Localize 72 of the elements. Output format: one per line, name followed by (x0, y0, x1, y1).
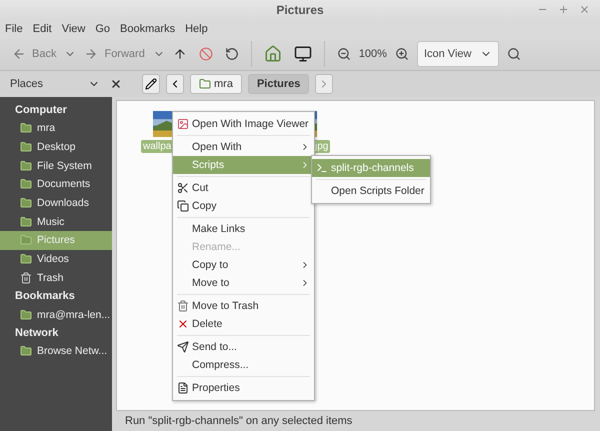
reload-icon (224, 46, 239, 60)
edit-location-button[interactable] (142, 74, 160, 94)
folder-icon (20, 178, 32, 190)
status-text: Run "split-rgb-channels" on any selected items (125, 415, 352, 427)
trash-icon (20, 272, 32, 284)
sidebar-header: Computer (14, 103, 68, 118)
menu-item[interactable]: Copy to (173, 256, 314, 274)
menu-item[interactable]: Compress... (173, 356, 314, 374)
sidebar-item[interactable]: Browse Netw... (0, 342, 112, 361)
delete-icon (176, 318, 188, 330)
menu-item[interactable]: Open With Image Viewer (173, 115, 314, 133)
zoom-in-icon (394, 46, 409, 60)
menu-title[interactable]: Bookmarks (120, 22, 176, 34)
menu-item[interactable]: Open Scripts Folder (312, 182, 430, 200)
places-dropdown[interactable]: Places (6, 78, 104, 90)
folder-icon (20, 122, 32, 134)
menu-item[interactable]: Move to (173, 274, 314, 292)
sidebar-item[interactable]: Videos (0, 250, 112, 268)
menu-title[interactable]: Help (185, 22, 208, 34)
send-icon (176, 341, 188, 353)
view-mode-dropdown[interactable]: Icon View (416, 40, 499, 66)
menu-title[interactable]: Go (95, 22, 110, 34)
zoom-out-icon (336, 46, 351, 60)
sidebar-item[interactable]: Trash (0, 268, 112, 288)
folder-icon (20, 197, 32, 210)
close-icon[interactable] (110, 78, 122, 90)
image-icon (176, 118, 188, 130)
menu-item[interactable]: Open With (173, 138, 314, 156)
sidebar-item[interactable]: Downloads (0, 194, 112, 212)
sidebar-item[interactable]: Desktop (0, 138, 112, 156)
menu-item[interactable]: Move to Trash (173, 297, 314, 315)
home-folder-icon (199, 78, 211, 90)
path-left-button[interactable] (166, 74, 184, 94)
monitor-icon (294, 44, 312, 62)
copy-icon (176, 200, 188, 212)
scissors-icon (176, 182, 188, 194)
sidebar-item[interactable]: File System (0, 156, 112, 176)
folder-icon (20, 141, 32, 154)
sidebar-header: Bookmarks (14, 289, 76, 304)
menu-title[interactable]: File (5, 22, 23, 34)
menu-item[interactable]: Cut (173, 179, 314, 197)
menu-item[interactable]: Delete (173, 315, 314, 333)
folder-icon (20, 253, 32, 266)
terminal-icon (316, 162, 328, 174)
folder-icon (20, 345, 32, 358)
folder-icon (20, 234, 32, 246)
pencil-icon (145, 78, 157, 90)
menu-item[interactable]: Properties (173, 379, 314, 397)
path-button[interactable]: Pictures (248, 74, 310, 94)
path-button[interactable]: mra (190, 74, 242, 94)
menu-title[interactable]: View (62, 22, 86, 34)
folder-icon (20, 216, 32, 228)
home-icon (264, 44, 282, 62)
sidebar-item[interactable]: mra (0, 119, 112, 138)
sidebar-item[interactable]: mra@mra-len... (0, 305, 112, 324)
stop-icon (198, 46, 213, 60)
search-icon (506, 46, 521, 60)
folder-icon (20, 308, 32, 321)
zoom-level: 100% (358, 48, 387, 60)
menu-item[interactable]: Copy (173, 197, 314, 215)
folder-icon (20, 160, 32, 172)
sidebar-item[interactable]: Music (0, 212, 112, 232)
menu-item[interactable]: Make Links (173, 220, 314, 238)
window-title: Pictures (276, 3, 324, 17)
sidebar-header: Network (14, 326, 60, 341)
properties-icon (176, 382, 188, 394)
sidebar-item[interactable]: Documents (0, 175, 112, 194)
menu-item[interactable]: Send to... (173, 338, 314, 356)
trash-icon (176, 300, 188, 312)
maximize-icon[interactable] (558, 4, 569, 15)
menu-title[interactable]: Edit (32, 22, 52, 34)
up-arrow-icon (172, 46, 187, 60)
